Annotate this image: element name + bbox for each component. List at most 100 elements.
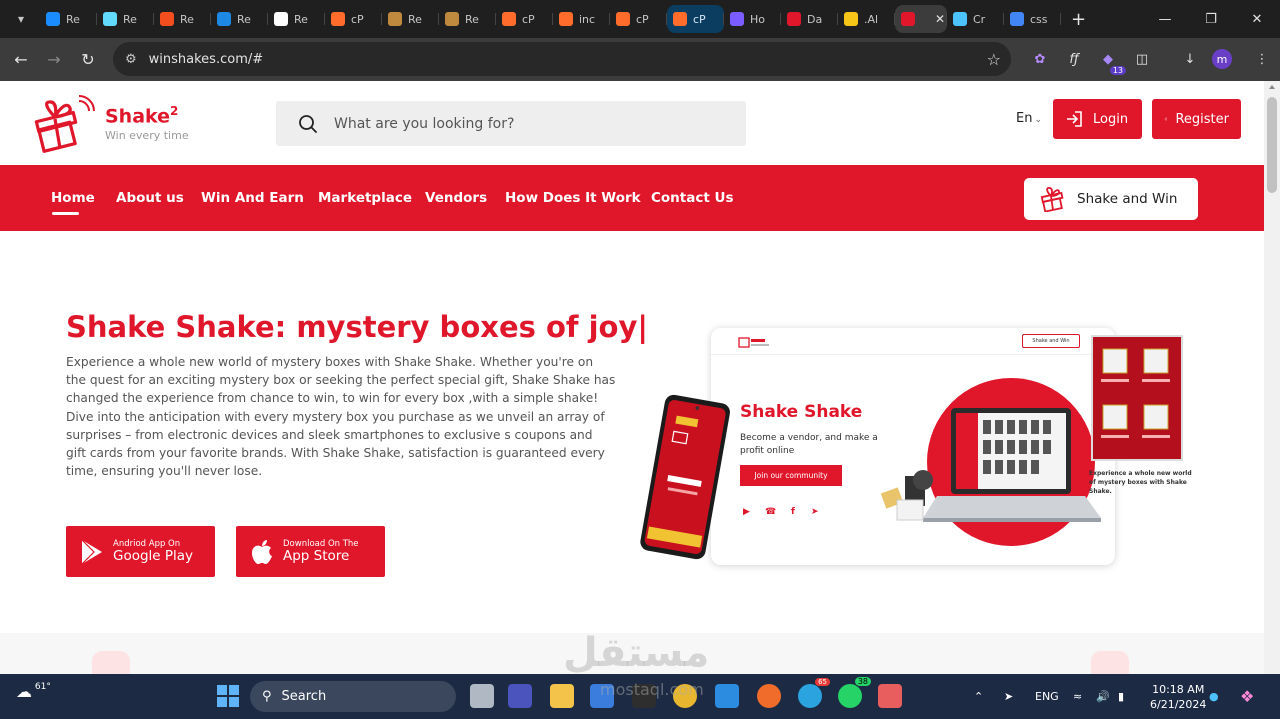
- browser-toolbar: ← → ↻ ⚙ winshakes.com/# ☆ ✿ fƒ ◆ 13 ◫ ↓ m…: [0, 38, 1280, 81]
- login-icon: [1067, 111, 1082, 127]
- address-bar[interactable]: ⚙ winshakes.com/# ☆: [113, 42, 1011, 76]
- web-page: Shake2 Win every time What are you looki…: [0, 81, 1264, 674]
- browser-tab[interactable]: inc: [553, 5, 610, 33]
- extensions-icon[interactable]: ◫: [1130, 47, 1154, 71]
- decor-shape: [1091, 651, 1129, 674]
- download-icon[interactable]: ↓: [1178, 47, 1202, 71]
- task-view-icon[interactable]: [470, 684, 494, 708]
- browser-tab-label: cP: [693, 12, 706, 26]
- telegram-app-icon[interactable]: 65: [798, 678, 830, 708]
- snipping-tool-icon[interactable]: [878, 684, 902, 708]
- windows-start-icon[interactable]: [217, 685, 239, 707]
- tray-send-icon[interactable]: ➤: [1004, 674, 1013, 719]
- browser-tab[interactable]: Re: [40, 5, 97, 33]
- browser-tab[interactable]: Re: [439, 5, 496, 33]
- google-play-button[interactable]: Andriod App On Google Play: [66, 526, 215, 577]
- browser-tab[interactable]: cP: [325, 5, 382, 33]
- shake-and-win-button[interactable]: Shake and Win: [1024, 178, 1198, 220]
- page-scrollbar[interactable]: [1264, 81, 1280, 674]
- chevron-down-icon: ⌄: [1034, 115, 1042, 125]
- puzzle-extension-badge-icon[interactable]: ◆ 13: [1096, 47, 1126, 75]
- browser-tab[interactable]: Re: [382, 5, 439, 33]
- browser-tab[interactable]: cP: [667, 5, 724, 33]
- hero-title: Shake Shake: mystery boxes of joy|: [66, 310, 648, 344]
- wifi-icon[interactable]: ≈: [1073, 674, 1082, 719]
- nav-how-does-it-work[interactable]: How Does It Work: [505, 190, 641, 206]
- app-store-button[interactable]: Download On The App Store: [236, 526, 385, 577]
- volume-icon[interactable]: 🔊: [1096, 674, 1110, 719]
- profile-avatar[interactable]: m: [1212, 49, 1232, 69]
- login-button[interactable]: Login: [1053, 99, 1142, 139]
- browser-tab[interactable]: ✕: [895, 5, 947, 33]
- browser-tab[interactable]: .Al: [838, 5, 895, 33]
- browser-tab[interactable]: Re: [97, 5, 154, 33]
- tray-chevron-icon[interactable]: ⌃: [974, 674, 983, 719]
- browser-tab[interactable]: Da: [781, 5, 838, 33]
- globe-icon: [953, 12, 967, 26]
- minimize-icon[interactable]: —: [1142, 12, 1188, 27]
- browser-tab[interactable]: css: [1004, 5, 1061, 33]
- search-icon: [299, 114, 317, 133]
- brain-extension-icon[interactable]: ✿: [1028, 47, 1052, 71]
- nav-home[interactable]: Home: [51, 190, 95, 215]
- browser-tab[interactable]: Re: [154, 5, 211, 33]
- new-tab-button[interactable]: +: [1071, 9, 1086, 30]
- browser-tab[interactable]: Re: [211, 5, 268, 33]
- language-select[interactable]: En ⌄: [1016, 111, 1042, 126]
- register-button[interactable]: Register: [1152, 99, 1241, 139]
- search-placeholder: What are you looking for?: [334, 115, 515, 132]
- nav-win-and-earn[interactable]: Win And Earn: [201, 190, 304, 206]
- scroll-thumb[interactable]: [1267, 97, 1277, 193]
- browser-tab[interactable]: cP: [610, 5, 667, 33]
- scroll-up-icon[interactable]: [1269, 85, 1275, 89]
- whatsapp-app-icon[interactable]: 38: [838, 676, 872, 708]
- facebook-icon: f: [791, 507, 795, 517]
- nav-marketplace[interactable]: Marketplace: [318, 190, 412, 206]
- file-explorer-icon[interactable]: [550, 684, 574, 708]
- browser-tab-label: Da: [807, 12, 823, 26]
- postman-icon[interactable]: [757, 684, 781, 708]
- browser-tab[interactable]: cP: [496, 5, 553, 33]
- restore-icon[interactable]: ❐: [1188, 12, 1234, 27]
- notification-bell-icon[interactable]: ●: [1209, 674, 1219, 719]
- five-icon: [844, 12, 858, 26]
- browser-tab-label: Re: [123, 12, 137, 26]
- address-url[interactable]: winshakes.com/#: [149, 52, 263, 67]
- browser-tab[interactable]: Cr: [947, 5, 1004, 33]
- taskbar-search-label: Search: [281, 689, 327, 704]
- nav-vendors[interactable]: Vendors: [425, 190, 487, 206]
- reload-icon[interactable]: ↻: [71, 42, 105, 76]
- copilot-icon[interactable]: ❖: [1240, 674, 1254, 719]
- site-info-icon[interactable]: ⚙: [125, 52, 137, 67]
- battery-icon[interactable]: ▮: [1118, 674, 1124, 719]
- teams-icon[interactable]: [508, 684, 532, 708]
- input-language[interactable]: ENG: [1035, 674, 1059, 719]
- system-clock[interactable]: 10:18 AM 6/21/2024: [1150, 682, 1206, 712]
- browser-tab[interactable]: Re: [268, 5, 325, 33]
- back-icon[interactable]: ←: [4, 42, 38, 76]
- cpanel-icon: [616, 12, 630, 26]
- browser-tab[interactable]: Ho: [724, 5, 781, 33]
- weather-widget[interactable]: ☁ 61°: [16, 682, 51, 701]
- nav-contact-us[interactable]: Contact Us: [651, 190, 734, 206]
- telegram-icon: ➤: [811, 507, 819, 517]
- font-extension-icon[interactable]: fƒ: [1062, 47, 1086, 71]
- cpanel-icon: [673, 12, 687, 26]
- nav-about-us[interactable]: About us: [116, 190, 184, 206]
- bookmark-star-icon[interactable]: ☆: [987, 50, 1001, 69]
- gift-poster-illustration: [1091, 335, 1183, 461]
- menu-kebab-icon[interactable]: ⋮: [1250, 47, 1274, 71]
- site-logo[interactable]: Shake2 Win every time: [33, 93, 189, 153]
- forward-icon[interactable]: →: [37, 42, 71, 76]
- close-tab-icon[interactable]: ✕: [935, 12, 945, 26]
- close-window-icon[interactable]: ✕: [1234, 12, 1280, 27]
- taskbar-search[interactable]: ⚲ Search: [250, 681, 456, 712]
- mockup-caption: Experience a whole new world of mystery …: [1089, 470, 1192, 495]
- window-controls: — ❐ ✕: [1142, 0, 1280, 38]
- site-search-input[interactable]: What are you looking for?: [276, 101, 746, 146]
- browser-tab-label: Re: [66, 12, 80, 26]
- temperature-label: 61°: [34, 682, 51, 692]
- browser-tab-label: Ho: [750, 12, 766, 26]
- tab-search-icon[interactable]: ▾: [8, 6, 34, 32]
- vscode-icon[interactable]: [715, 684, 739, 708]
